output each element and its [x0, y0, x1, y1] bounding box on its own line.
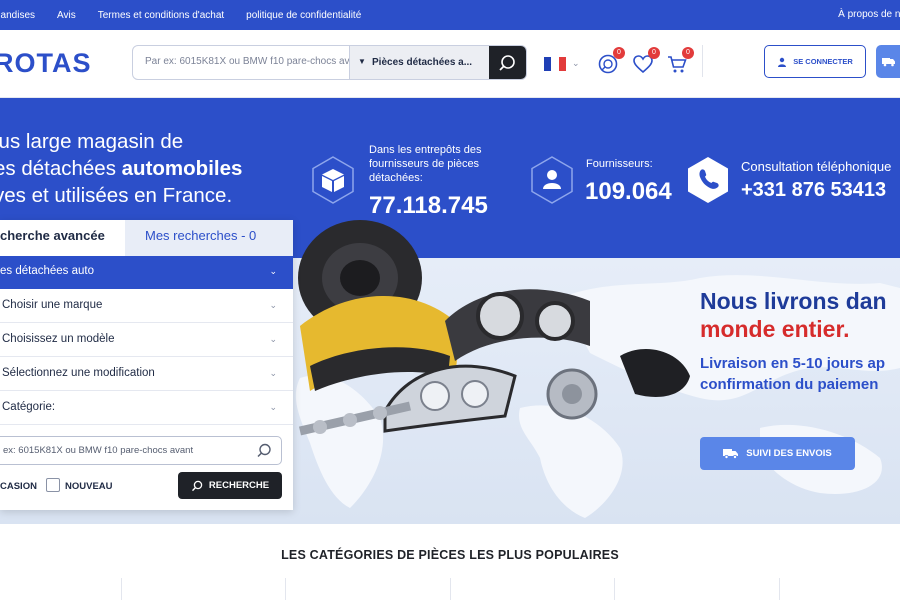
category-divider — [779, 578, 780, 600]
stat-suppliers-label: Fournisseurs: — [586, 158, 653, 170]
tracking-header-button[interactable] — [876, 45, 900, 78]
panel-search-placeholder: ex: 6015K81X ou BMW f10 pare-chocs avant — [3, 445, 194, 456]
track-shipments-button[interactable]: SUIVI DES ENVOIS — [700, 437, 855, 470]
box-icon — [312, 156, 354, 204]
category-divider — [285, 578, 286, 600]
top-link-reviews[interactable]: Avis — [57, 10, 76, 21]
panel-search-button[interactable]: RECHERCHE — [178, 472, 282, 499]
stat-phone-label: Consultation téléphonique — [741, 159, 892, 174]
site-logo[interactable]: ROTAS — [0, 48, 92, 79]
parts-type-select[interactable]: es détachées auto ⌄ — [0, 256, 293, 289]
hero-title: lus large magasin de es détachées automo… — [0, 128, 294, 209]
promo-heading-line2: monde entier. — [700, 316, 850, 342]
panel-search-button-label: RECHERCHE — [208, 480, 270, 491]
stat-phone-value[interactable]: +331 876 53413 — [741, 179, 886, 202]
track-shipments-label: SUIVI DES ENVOIS — [746, 448, 832, 459]
checkbox-new-label: NOUVEAU — [65, 481, 113, 492]
top-link-privacy[interactable]: politique de confidentialité — [246, 10, 361, 21]
hero-title-line1: lus large magasin de — [0, 130, 184, 153]
chevron-down-icon: ⌄ — [269, 402, 277, 412]
top-bar: chandises Avis Termes et conditions d'ac… — [0, 0, 900, 30]
auto-parts-illustration — [298, 220, 690, 436]
top-link-merchandise[interactable]: chandises — [0, 10, 35, 21]
cart-count-badge: 0 — [682, 47, 694, 59]
search-icon — [257, 443, 271, 458]
phone-icon — [688, 157, 728, 203]
brand-select[interactable]: Choisir une marque ⌄ — [0, 290, 293, 323]
category-select[interactable]: Catégorie: ⌄ — [0, 392, 293, 425]
stat-parts-label: Dans les entrepôts des fournisseurs de p… — [369, 144, 482, 184]
top-link-about[interactable]: À propos de no — [838, 0, 900, 30]
header-divider — [702, 45, 703, 77]
search-tabs: cherche avancée Mes recherches - 0 — [0, 220, 293, 256]
promo-subtext: Livraison en 5-10 jours ap confirmation … — [700, 353, 900, 395]
user-icon — [778, 57, 787, 67]
stat-parts-value: 77.118.745 — [369, 192, 488, 219]
modification-select[interactable]: Sélectionnez une modification ⌄ — [0, 358, 293, 391]
wishlist-count-badge: 0 — [648, 47, 660, 59]
promo-subtext-line1: Livraison en 5-10 jours ap — [700, 355, 886, 372]
chevron-down-icon: ⌄ — [269, 368, 277, 378]
compare-count-badge: 0 — [613, 47, 625, 59]
header-search-input[interactable]: Par ex: 6015K81X ou BMW f10 pare-chocs a… — [145, 56, 350, 67]
panel-search-input[interactable]: ex: 6015K81X ou BMW f10 pare-chocs avant — [0, 436, 282, 465]
chevron-down-icon: ▼ — [358, 57, 366, 66]
search-category-label: Pièces détachées a... — [372, 57, 473, 68]
login-label: SE CONNECTER — [793, 57, 853, 66]
popular-categories-title: LES CATÉGORIES DE PIÈCES LES PLUS POPULA… — [281, 548, 619, 562]
search-icon — [191, 480, 203, 491]
chevron-down-icon: ⌄ — [269, 334, 277, 344]
header-search-button[interactable] — [489, 46, 526, 79]
compare-button[interactable]: 0 — [597, 47, 625, 75]
hero-banner: lus large magasin de es détachées automo… — [0, 98, 900, 524]
truck-icon — [723, 449, 739, 459]
category-divider — [121, 578, 122, 600]
category-divider — [614, 578, 615, 600]
language-chevron-icon[interactable]: ⌄ — [572, 58, 580, 69]
search-category-select[interactable]: ▼ Pièces détachées a... — [349, 46, 491, 79]
tab-my-searches[interactable]: Mes recherches - 0 — [125, 220, 293, 256]
category-divider — [450, 578, 451, 600]
category-select-label: Catégorie: — [2, 401, 56, 413]
top-links: chandises Avis Termes et conditions d'ac… — [0, 0, 361, 30]
model-select[interactable]: Choisissez un modèle ⌄ — [0, 324, 293, 357]
header: ROTAS Par ex: 6015K81X ou BMW f10 pare-c… — [0, 30, 900, 98]
user-icon — [531, 156, 573, 204]
checkbox-new[interactable] — [46, 478, 60, 492]
language-flag-icon[interactable] — [544, 57, 566, 71]
promo-subtext-line2: confirmation du paiemen — [700, 376, 879, 393]
advanced-search-panel: cherche avancée Mes recherches - 0 es dé… — [0, 220, 293, 510]
chevron-down-icon: ⌄ — [269, 266, 277, 276]
brand-select-label: Choisir une marque — [2, 299, 103, 311]
login-button[interactable]: SE CONNECTER — [764, 45, 866, 78]
checkbox-used-label: CASION — [0, 481, 37, 492]
promo-heading-line1: Nous livrons dan — [700, 288, 887, 314]
parts-type-label: es détachées auto — [0, 265, 94, 277]
model-select-label: Choisissez un modèle — [2, 333, 115, 345]
hero-title-line2b: automobiles — [121, 157, 243, 180]
header-search: Par ex: 6015K81X ou BMW f10 pare-chocs a… — [132, 45, 527, 80]
hero-title-line3: ves et utilisées en France. — [0, 184, 233, 207]
hero-title-line2a: es détachées — [0, 157, 122, 180]
search-icon — [499, 55, 515, 71]
page: chandises Avis Termes et conditions d'ac… — [0, 0, 900, 600]
cart-button[interactable]: 0 — [666, 47, 694, 75]
top-link-terms[interactable]: Termes et conditions d'achat — [98, 10, 224, 21]
tab-advanced-search[interactable]: cherche avancée — [0, 220, 125, 256]
truck-icon — [882, 58, 895, 67]
chevron-down-icon: ⌄ — [269, 300, 277, 310]
stat-suppliers-value: 109.064 — [585, 178, 672, 205]
wishlist-button[interactable]: 0 — [632, 47, 660, 75]
modification-select-label: Sélectionnez une modification — [2, 367, 155, 379]
